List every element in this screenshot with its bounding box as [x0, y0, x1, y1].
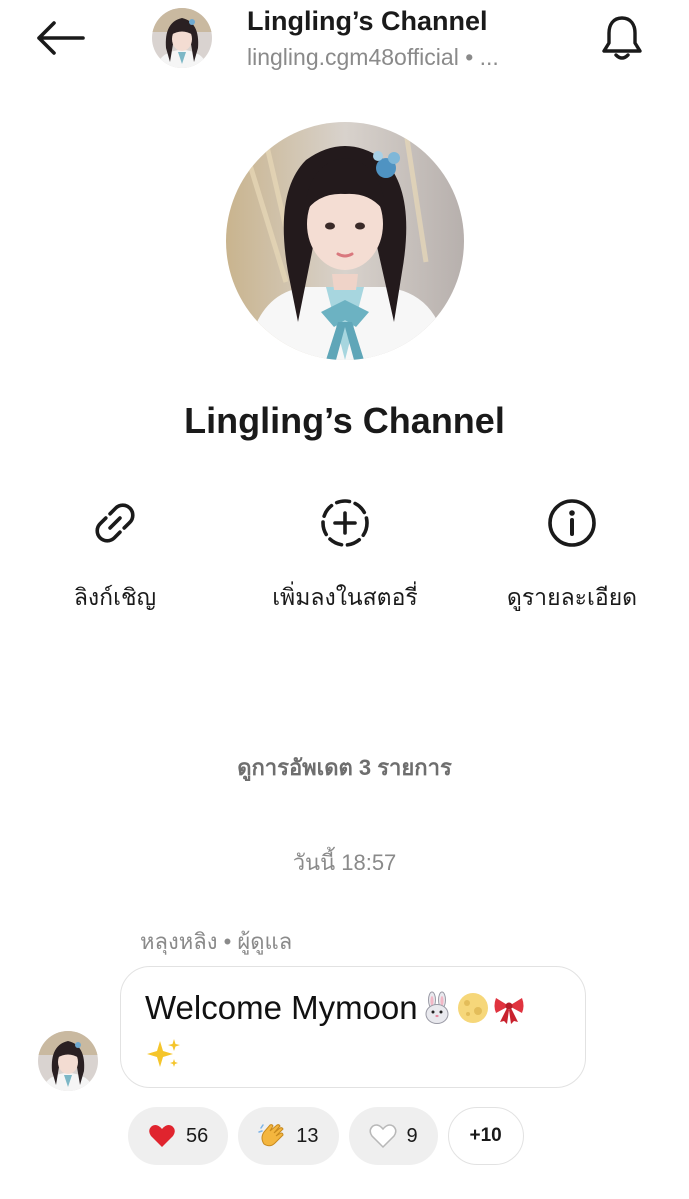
notifications-button[interactable]	[594, 10, 650, 66]
message-bubble[interactable]: Welcome Mymoon	[120, 966, 586, 1088]
view-details-label: ดูรายละเอียด	[506, 584, 638, 610]
clapping-hands-emoji	[258, 1124, 284, 1147]
message-text: Welcome Mymoon	[145, 989, 418, 1026]
view-updates-link[interactable]: ดูการอัพเดต 3 รายการ	[0, 750, 689, 785]
add-to-story-button[interactable]: เพิ่มลงในสตอรี่	[245, 496, 445, 616]
full-moon-emoji	[457, 993, 488, 1023]
channel-header: Lingling’s Channel lingling.cgm48officia…	[0, 0, 689, 84]
channel-name: Lingling’s Channel	[184, 400, 505, 441]
add-story-icon	[321, 499, 369, 547]
view-details-button[interactable]: ดูรายละเอียด	[472, 496, 672, 616]
reaction-clap[interactable]: 13	[238, 1107, 339, 1165]
header-title[interactable]: Lingling’s Channel	[247, 6, 488, 37]
bell-icon	[602, 16, 642, 60]
reaction-count: 56	[186, 1124, 209, 1147]
reaction-count: 13	[296, 1124, 319, 1147]
arrow-left-icon	[37, 21, 85, 55]
message-body: Welcome Mymoon	[145, 985, 561, 1077]
invite-link-button[interactable]: ลิงก์เชิญ	[15, 496, 215, 616]
back-button[interactable]	[30, 14, 90, 62]
info-icon	[548, 499, 596, 547]
white-heart-emoji	[369, 1124, 396, 1149]
ribbon-emoji	[494, 998, 524, 1024]
channel-profile-photo[interactable]	[226, 122, 464, 360]
reaction-count: 9	[406, 1124, 418, 1147]
more-reactions-button[interactable]: +10	[447, 1107, 524, 1165]
link-icon	[95, 503, 135, 543]
channel-avatar[interactable]	[152, 8, 212, 68]
more-reactions-count: +10	[469, 1125, 502, 1146]
header-subtitle[interactable]: lingling.cgm48official • ...	[247, 44, 499, 71]
sparkles-emoji	[147, 1039, 180, 1067]
reaction-heart[interactable]: 56	[128, 1107, 229, 1165]
reaction-bar: 56 13 9 +10	[128, 1107, 524, 1165]
add-to-story-label: เพิ่มลงในสตอรี่	[272, 584, 418, 610]
sender-avatar[interactable]	[38, 1031, 98, 1091]
rabbit-face-emoji	[425, 991, 449, 1024]
invite-link-label: ลิงก์เชิญ	[73, 584, 157, 610]
reaction-white-heart[interactable]: 9	[348, 1107, 438, 1165]
message-sender: หลุงหลิง • ผู้ดูแล	[140, 929, 293, 954]
message-timestamp: วันนี้ 18:57	[292, 850, 397, 875]
red-heart-emoji	[149, 1125, 175, 1147]
